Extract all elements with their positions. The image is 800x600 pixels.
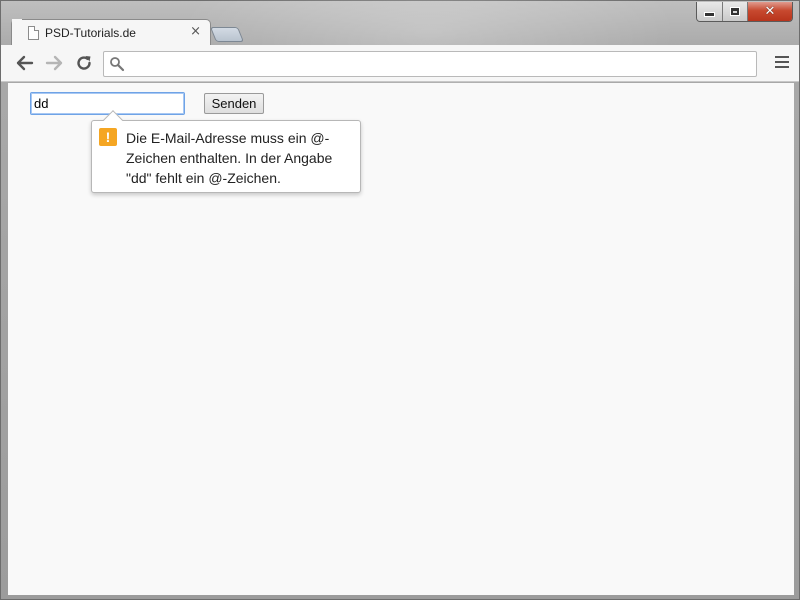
email-field[interactable] [30,92,185,115]
browser-toolbar [1,45,799,82]
arrow-left-icon [16,55,34,71]
page-icon [28,26,39,40]
arrow-right-icon [45,55,63,71]
reload-button[interactable] [72,52,96,74]
tab-close-icon[interactable]: × [190,24,201,39]
submit-button[interactable]: Senden [204,93,264,114]
browser-window: ✕ PSD-Tutorials.de × dd Senden ! Die E-M… [0,0,800,600]
tab-psd-tutorials[interactable]: PSD-Tutorials.de × [11,19,211,46]
hamburger-menu-icon [775,56,789,68]
warning-icon: ! [99,128,117,146]
search-icon [110,57,125,72]
forward-button[interactable] [42,52,66,74]
tab-title: PSD-Tutorials.de [45,26,136,40]
validation-tooltip: ! Die E-Mail-Adresse muss ein @-Zeichen … [91,110,361,193]
address-input[interactable] [130,55,752,73]
tab-strip: PSD-Tutorials.de × [1,1,800,46]
menu-button[interactable] [775,56,789,70]
reload-icon [77,56,91,70]
new-tab-button[interactable] [209,27,245,42]
back-button[interactable] [13,52,37,74]
page-content: Senden ! Die E-Mail-Adresse muss ein @-Z… [8,83,794,595]
address-bar[interactable] [103,51,757,77]
validation-message: Die E-Mail-Adresse muss ein @-Zeichen en… [126,130,333,186]
